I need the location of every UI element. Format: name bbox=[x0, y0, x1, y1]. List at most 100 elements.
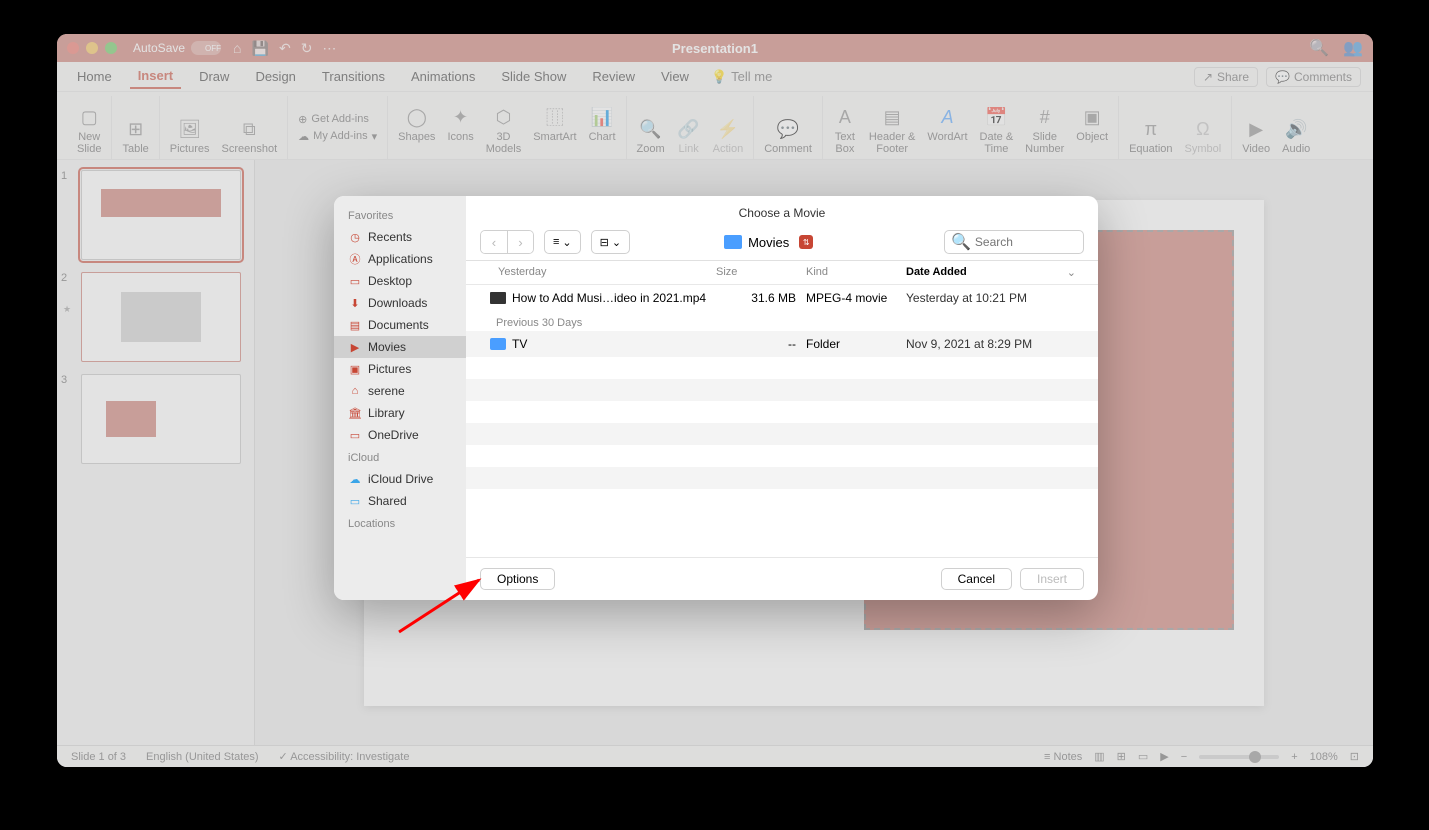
chart-button[interactable]: 📊Chart bbox=[589, 105, 616, 155]
zoom-out-icon[interactable]: − bbox=[1181, 751, 1187, 763]
col-date-header[interactable]: Date Added⌄ bbox=[906, 266, 1086, 279]
file-row-mp4[interactable]: How to Add Musi…ideo in 2021.mp4 31.6 MB… bbox=[466, 285, 1098, 311]
search-magnify-icon: 🔍 bbox=[951, 232, 971, 252]
maximize-icon[interactable] bbox=[105, 42, 117, 54]
back-button[interactable]: ‹ bbox=[481, 231, 507, 253]
slide-indicator[interactable]: Slide 1 of 3 bbox=[71, 751, 126, 763]
3d-models-button[interactable]: ⬡3D Models bbox=[486, 105, 521, 155]
sidebar-desktop[interactable]: ▭Desktop bbox=[334, 270, 466, 292]
tab-draw[interactable]: Draw bbox=[191, 65, 237, 88]
my-addins-button[interactable]: ☁ My Add-ins ▾ bbox=[298, 130, 377, 143]
cancel-button[interactable]: Cancel bbox=[941, 568, 1012, 590]
addins-icon: ⊕ bbox=[298, 113, 307, 126]
more-icon[interactable]: ⋯ bbox=[322, 40, 336, 57]
sidebar-pictures[interactable]: ▣Pictures bbox=[334, 358, 466, 380]
sidebar-applications[interactable]: ⒶApplications bbox=[334, 248, 466, 270]
zoom-in-icon[interactable]: + bbox=[1291, 751, 1297, 763]
sidebar-movies[interactable]: ▶Movies bbox=[334, 336, 466, 358]
tab-view[interactable]: View bbox=[653, 65, 697, 88]
file-header[interactable]: Yesterday Size Kind Date Added⌄ bbox=[466, 261, 1098, 285]
tab-transitions[interactable]: Transitions bbox=[314, 65, 393, 88]
share-top-icon[interactable]: 👥 bbox=[1343, 38, 1363, 58]
video-button[interactable]: ▶Video bbox=[1242, 117, 1270, 155]
sidebar-downloads[interactable]: ⬇Downloads bbox=[334, 292, 466, 314]
screenshot-button[interactable]: ⧉Screenshot bbox=[222, 117, 278, 155]
tab-review[interactable]: Review bbox=[584, 65, 643, 88]
sidebar-icloud-drive[interactable]: ☁iCloud Drive bbox=[334, 468, 466, 490]
language-indicator[interactable]: English (United States) bbox=[146, 751, 259, 763]
group-view-button[interactable]: ⊟ ⌄ bbox=[591, 230, 630, 254]
insert-button[interactable]: Insert bbox=[1020, 568, 1084, 590]
shapes-button[interactable]: ◯Shapes bbox=[398, 105, 435, 155]
dialog-footer: Options Cancel Insert bbox=[466, 557, 1098, 600]
share-button[interactable]: ↗Share bbox=[1194, 67, 1258, 87]
reading-view-icon[interactable]: ▭ bbox=[1138, 750, 1148, 763]
table-button[interactable]: ⊞Table bbox=[122, 117, 148, 155]
close-icon[interactable] bbox=[67, 42, 79, 54]
sidebar-onedrive[interactable]: ▭OneDrive bbox=[334, 424, 466, 446]
forward-button[interactable]: › bbox=[507, 231, 533, 253]
symbol-button[interactable]: ΩSymbol bbox=[1185, 117, 1222, 155]
object-button[interactable]: ▣Object bbox=[1076, 105, 1108, 155]
minimize-icon[interactable] bbox=[86, 42, 98, 54]
file-list[interactable]: Yesterday Size Kind Date Added⌄ How to A… bbox=[466, 260, 1098, 557]
search-input[interactable] bbox=[975, 235, 1077, 249]
tab-animations[interactable]: Animations bbox=[403, 65, 483, 88]
tab-insert[interactable]: Insert bbox=[130, 64, 181, 89]
zoom-slider[interactable] bbox=[1199, 755, 1279, 759]
accessibility-indicator[interactable]: ✓ Accessibility: Investigate bbox=[279, 750, 410, 763]
home-icon[interactable]: ⌂ bbox=[233, 40, 241, 57]
slidenumber-button[interactable]: #Slide Number bbox=[1025, 105, 1064, 155]
tab-design[interactable]: Design bbox=[247, 65, 303, 88]
notes-button[interactable]: ≡ Notes bbox=[1044, 751, 1082, 763]
slide-thumb-2[interactable]: 2 ★ bbox=[67, 272, 244, 362]
comment-button[interactable]: 💬Comment bbox=[764, 117, 812, 155]
sidebar-documents[interactable]: ▤Documents bbox=[334, 314, 466, 336]
slide-thumb-3[interactable]: 3 bbox=[67, 374, 244, 464]
tell-me[interactable]: 💡Tell me bbox=[711, 69, 772, 85]
undo-icon[interactable]: ↶ bbox=[279, 40, 291, 57]
autosave-toggle[interactable]: AutoSave OFF bbox=[133, 41, 221, 55]
fit-window-icon[interactable]: ⊡ bbox=[1350, 750, 1359, 763]
list-view-button[interactable]: ≡ ⌄ bbox=[544, 230, 581, 254]
get-addins-button[interactable]: ⊕ Get Add-ins bbox=[298, 113, 377, 126]
col-name-header[interactable]: Yesterday bbox=[478, 266, 716, 279]
datetime-button[interactable]: 📅Date & Time bbox=[980, 105, 1014, 155]
slide-thumb-1[interactable]: 1 bbox=[67, 170, 244, 260]
col-size-header[interactable]: Size bbox=[716, 266, 796, 279]
redo-icon[interactable]: ↻ bbox=[301, 40, 313, 57]
zoom-percent[interactable]: 108% bbox=[1310, 751, 1338, 763]
new-slide-button[interactable]: ▢New Slide bbox=[77, 105, 101, 155]
tab-slideshow[interactable]: Slide Show bbox=[493, 65, 574, 88]
normal-view-icon[interactable]: ▥ bbox=[1094, 750, 1104, 763]
textbox-button[interactable]: AText Box bbox=[833, 105, 857, 155]
icons-button[interactable]: ✦Icons bbox=[447, 105, 473, 155]
location-dropdown[interactable]: Movies ⇅ bbox=[720, 233, 819, 252]
audio-button[interactable]: 🔊Audio bbox=[1282, 117, 1310, 155]
headerfooter-button[interactable]: ▤Header & Footer bbox=[869, 105, 915, 155]
zoom-button[interactable]: 🔍Zoom bbox=[637, 117, 665, 155]
action-button[interactable]: ⚡Action bbox=[713, 117, 744, 155]
smartart-button[interactable]: ⿲SmartArt bbox=[533, 105, 576, 155]
save-icon[interactable]: 💾 bbox=[252, 40, 269, 57]
slideshow-view-icon[interactable]: ▶ bbox=[1160, 750, 1168, 763]
sidebar-recents[interactable]: ◷Recents bbox=[334, 226, 466, 248]
options-button[interactable]: Options bbox=[480, 568, 555, 590]
wordart-button[interactable]: AWordArt bbox=[927, 105, 967, 155]
col-kind-header[interactable]: Kind bbox=[796, 266, 906, 279]
link-icon: 🔗 bbox=[677, 117, 701, 141]
file-row-tv-folder[interactable]: TV -- Folder Nov 9, 2021 at 8:29 PM bbox=[466, 331, 1098, 357]
equation-button[interactable]: πEquation bbox=[1129, 117, 1172, 155]
search-icon[interactable]: 🔍 bbox=[1309, 38, 1329, 58]
sidebar-library[interactable]: 🏛Library bbox=[334, 402, 466, 424]
link-button[interactable]: 🔗Link bbox=[677, 117, 701, 155]
sidebar-shared[interactable]: ▭Shared bbox=[334, 490, 466, 512]
comments-button[interactable]: 💬Comments bbox=[1266, 67, 1361, 87]
sorter-view-icon[interactable]: ⊞ bbox=[1117, 750, 1126, 763]
section-prev30: Previous 30 Days bbox=[466, 311, 1098, 331]
tab-home[interactable]: Home bbox=[69, 65, 120, 88]
slide-panel[interactable]: 1 2 ★ 3 bbox=[57, 160, 255, 745]
sidebar-serene[interactable]: ⌂serene bbox=[334, 380, 466, 402]
pictures-button[interactable]: 🖼Pictures bbox=[170, 117, 210, 155]
search-box[interactable]: 🔍 bbox=[944, 230, 1084, 254]
